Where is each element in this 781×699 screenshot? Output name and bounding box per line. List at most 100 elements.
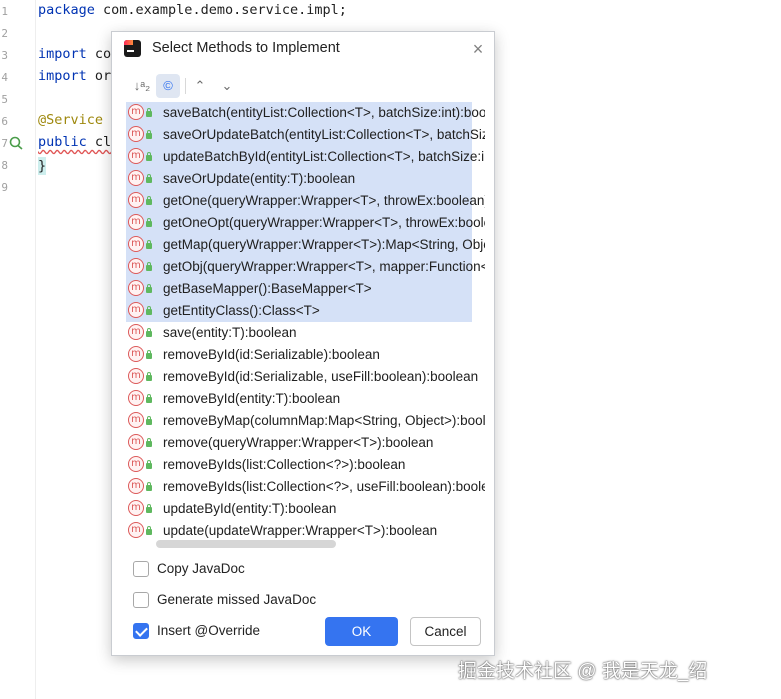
method-icon: m: [128, 126, 144, 142]
method-row[interactable]: m saveOrUpdateBatch(entityList:Collection…: [126, 124, 485, 146]
method-icon: m: [128, 170, 144, 186]
code-keyword: import: [38, 68, 87, 84]
method-icon: m: [128, 104, 144, 120]
toolbar-divider: [185, 78, 186, 94]
checkbox-box[interactable]: [133, 592, 149, 608]
line-number: 1: [1, 5, 8, 18]
method-row[interactable]: m getOne(queryWrapper:Wrapper<T>, throwEx…: [126, 190, 485, 212]
select-methods-dialog: Select Methods to Implement × ↓ᵃ₂ © ⌃ ⌄ …: [111, 31, 495, 656]
dialog-toolbar: ↓ᵃ₂ © ⌃ ⌄: [112, 74, 494, 100]
code-line[interactable]: @Service: [38, 112, 103, 128]
close-button[interactable]: ×: [469, 40, 487, 58]
public-access-icon: [146, 196, 152, 205]
checkbox-box[interactable]: [133, 623, 149, 639]
method-signature: saveBatch(entityList:Collection<T>, batc…: [163, 105, 485, 120]
method-icon: m: [128, 148, 144, 164]
dialog-title-bar[interactable]: Select Methods to Implement ×: [112, 32, 494, 66]
code-line[interactable]: package com.example.demo.service.impl;: [38, 2, 347, 18]
method-signature: saveOrUpdate(entity:T):boolean: [163, 171, 356, 186]
watermark: 掘金技术社区 @ 我是天龙_绍: [458, 661, 708, 682]
checkbox-label: Generate missed JavaDoc: [157, 592, 317, 607]
public-access-icon: [146, 416, 152, 425]
public-access-icon: [146, 438, 152, 447]
method-row[interactable]: m removeById(id:Serializable, useFill:boo…: [126, 366, 478, 388]
code-keyword: public: [38, 134, 87, 150]
public-access-icon: [146, 526, 152, 535]
collapse-all-icon[interactable]: ⌄: [215, 74, 239, 98]
method-icon: m: [128, 434, 144, 450]
code-text: cl: [86, 134, 112, 150]
method-row[interactable]: m saveBatch(entityList:Collection<T>, bat…: [126, 102, 485, 124]
method-row[interactable]: m getBaseMapper():BaseMapper<T>: [126, 278, 472, 300]
checkbox-label: Insert @Override: [157, 623, 260, 638]
method-row[interactable]: m removeByIds(list:Collection<?>, useFill…: [126, 476, 485, 498]
method-signature: getOneOpt(queryWrapper:Wrapper<T>, throw…: [163, 215, 485, 230]
method-icon: m: [128, 500, 144, 516]
implement-gutter-icon[interactable]: [6, 136, 24, 150]
method-row[interactable]: m removeById(entity:T):boolean: [126, 388, 472, 410]
closing-brace: }: [38, 157, 47, 175]
method-signature: removeByIds(list:Collection<?>):boolean: [163, 457, 406, 472]
method-icon: m: [128, 390, 144, 406]
method-row[interactable]: m update(updateWrapper:Wrapper<T>):boolea…: [126, 520, 472, 542]
public-access-icon: [146, 504, 152, 513]
method-icon: m: [128, 258, 144, 274]
code-line[interactable]: import co: [38, 46, 111, 62]
method-signature: remove(queryWrapper:Wrapper<T>):boolean: [163, 435, 434, 450]
method-row[interactable]: m getOneOpt(queryWrapper:Wrapper<T>, thro…: [126, 212, 485, 234]
method-icon: m: [128, 412, 144, 428]
method-row[interactable]: m remove(queryWrapper:Wrapper<T>):boolean: [126, 432, 472, 454]
public-access-icon: [146, 262, 152, 271]
show-classes-icon[interactable]: ©: [156, 74, 180, 98]
method-signature: removeByMap(columnMap:Map<String, Object…: [163, 413, 485, 428]
method-row[interactable]: m removeByMap(columnMap:Map<String, Objec…: [126, 410, 485, 432]
method-signature: getOne(queryWrapper:Wrapper<T>, throwEx:…: [163, 193, 485, 208]
cancel-button[interactable]: Cancel: [410, 617, 481, 646]
code-keyword: import: [38, 46, 87, 62]
method-signature: updateById(entity:T):boolean: [163, 501, 337, 516]
method-row[interactable]: m removeById(id:Serializable):boolean: [126, 344, 472, 366]
line-number: 2: [1, 27, 8, 40]
line-number: 4: [1, 71, 8, 84]
line-number: 5: [1, 93, 8, 106]
line-number: 6: [1, 115, 8, 128]
public-access-icon: [146, 240, 152, 249]
code-text: com.example.demo.service.impl;: [94, 2, 347, 18]
line-gutter: 1 2 3 4 5 6 7 8 9: [0, 0, 36, 699]
public-access-icon: [146, 350, 152, 359]
public-access-icon: [146, 174, 152, 183]
method-signature: save(entity:T):boolean: [163, 325, 297, 340]
public-access-icon: [146, 284, 152, 293]
line-number: 8: [1, 159, 8, 172]
method-row[interactable]: m removeByIds(list:Collection<?>):boolean: [126, 454, 472, 476]
method-row[interactable]: m getObj(queryWrapper:Wrapper<T>, mapper:…: [126, 256, 485, 278]
horizontal-scrollbar[interactable]: [156, 540, 336, 548]
method-row[interactable]: m save(entity:T):boolean: [126, 322, 472, 344]
public-access-icon: [146, 152, 152, 161]
method-row[interactable]: m getEntityClass():Class<T>: [126, 300, 472, 322]
method-row[interactable]: m updateBatchById(entityList:Collection<T…: [126, 146, 485, 168]
code-keyword: package: [38, 2, 95, 18]
expand-all-icon[interactable]: ⌃: [188, 74, 212, 98]
method-icon: m: [128, 346, 144, 362]
public-access-icon: [146, 482, 152, 491]
method-signature: getObj(queryWrapper:Wrapper<T>, mapper:F…: [163, 259, 485, 274]
code-annotation: @Service: [38, 112, 104, 128]
method-signature: getBaseMapper():BaseMapper<T>: [163, 281, 372, 296]
checkbox-box[interactable]: [133, 561, 149, 577]
method-row[interactable]: m getMap(queryWrapper:Wrapper<T>):Map<Str…: [126, 234, 485, 256]
code-line[interactable]: import or: [38, 68, 111, 84]
intellij-app-icon: [124, 40, 141, 57]
ok-button[interactable]: OK: [325, 617, 398, 646]
method-list[interactable]: m saveBatch(entityList:Collection<T>, bat…: [126, 102, 486, 553]
line-number: 3: [1, 49, 8, 62]
sort-alphabetically-icon[interactable]: ↓ᵃ₂: [130, 74, 154, 98]
method-icon: m: [128, 214, 144, 230]
method-row[interactable]: m saveOrUpdate(entity:T):boolean: [126, 168, 472, 190]
code-line[interactable]: public cl: [38, 134, 111, 150]
checkbox-label: Copy JavaDoc: [157, 561, 245, 576]
public-access-icon: [146, 306, 152, 315]
copy-javadoc-checkbox[interactable]: Copy JavaDoc: [133, 560, 433, 580]
generate-missed-javadoc-checkbox[interactable]: Generate missed JavaDoc: [133, 591, 433, 611]
method-row[interactable]: m updateById(entity:T):boolean: [126, 498, 472, 520]
